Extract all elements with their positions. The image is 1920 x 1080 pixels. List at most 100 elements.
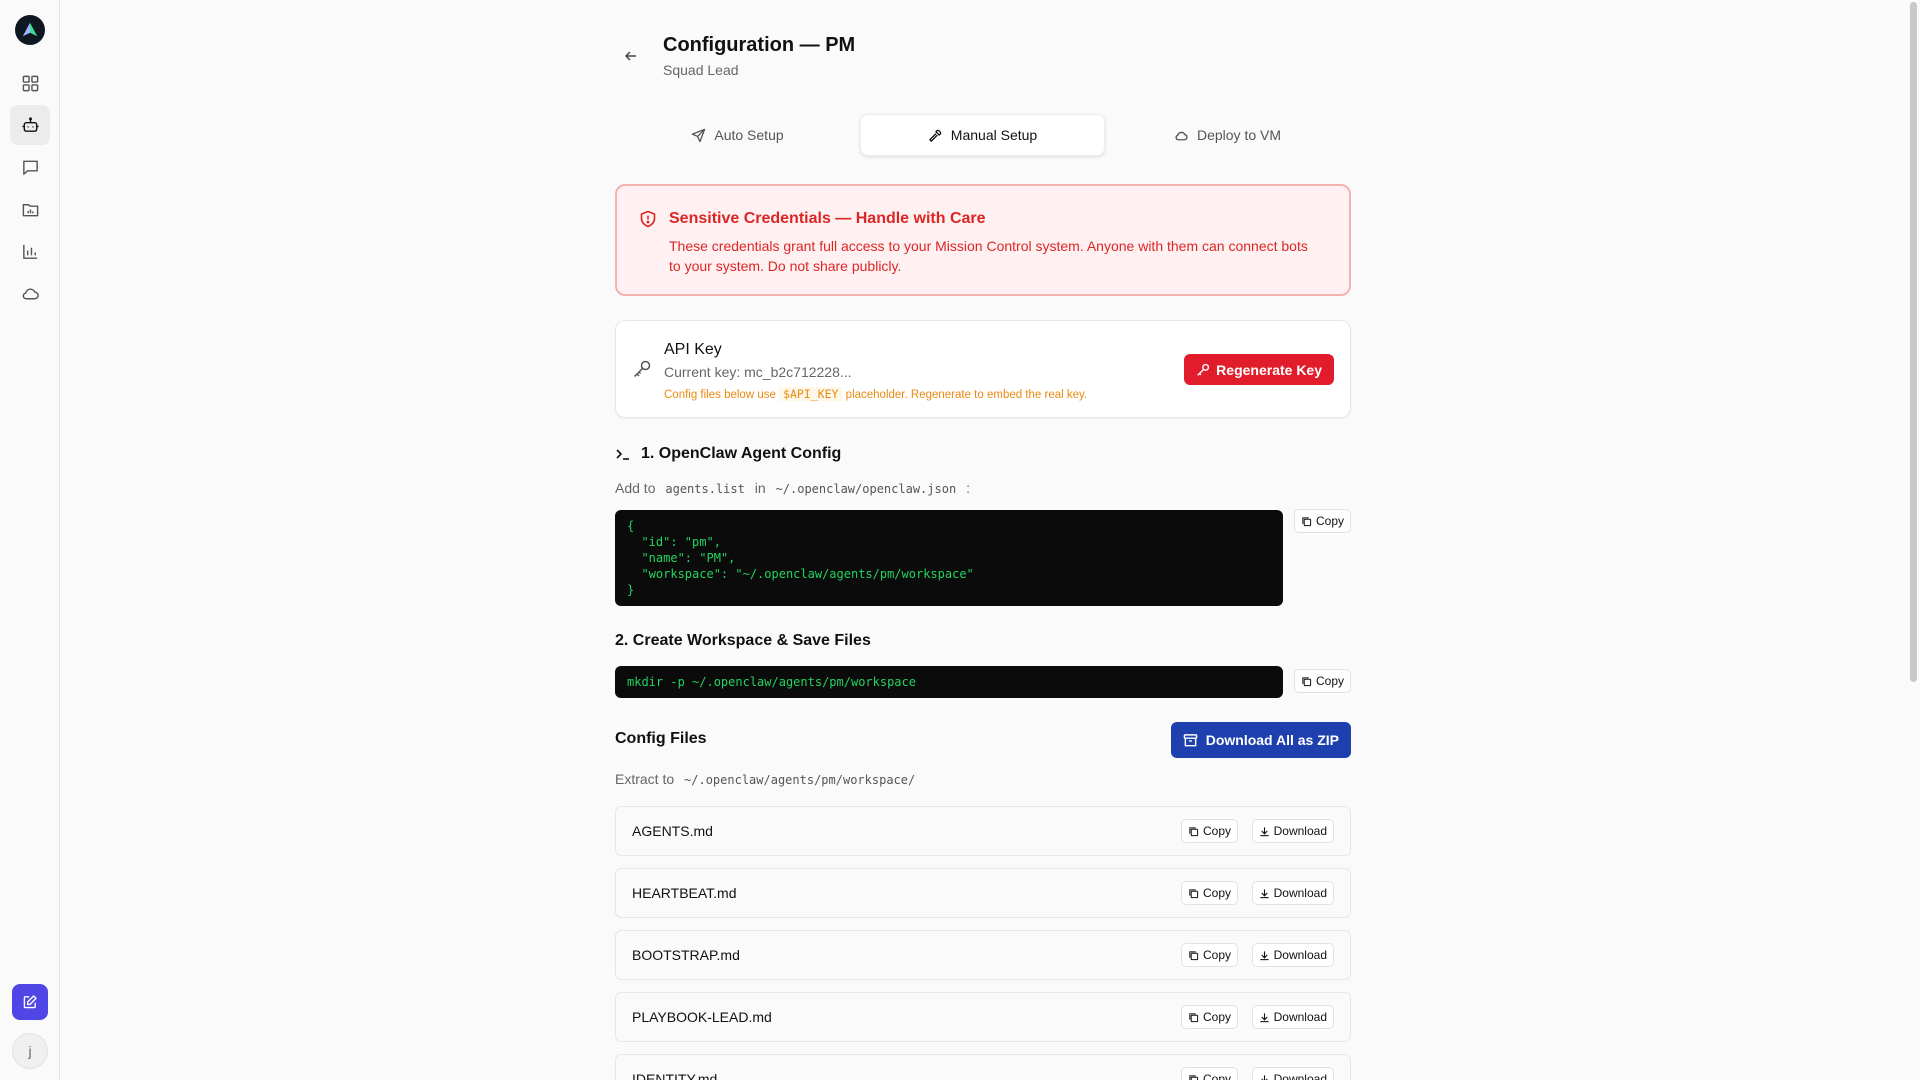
section-openclaw-config-instructions: Add to agents.list in ~/.openclaw/opencl… [615,480,970,496]
copy-icon [1189,950,1199,960]
page-scrollbar[interactable] [1906,0,1920,1080]
shield-alert-icon [640,210,656,228]
bar-chart-icon [22,244,37,259]
regenerate-key-button[interactable]: Regenerate Key [1184,354,1334,385]
api-key-current: Current key: mc_b2c712228... [664,364,852,380]
api-key-note: Config files below use $API_KEY placehol… [664,387,1087,401]
alert-text: These credentials grant full access to y… [669,238,1308,274]
back-arrow-icon[interactable] [623,48,639,64]
extract-text: Extract to [615,771,675,787]
code-line: { [627,519,635,533]
copy-icon [1189,1012,1199,1022]
regenerate-key-label: Regenerate Key [1216,361,1322,378]
sidebar-item-cloud[interactable] [10,273,50,313]
code-line: "name": "PM", [627,551,736,565]
sensitive-credentials-alert: Sensitive Credentials — Handle with Care… [615,184,1351,296]
mkdir-command-block[interactable]: mkdir -p ~/.openclaw/agents/pm/workspace [615,666,1283,698]
instruction-text: in [754,480,766,496]
code-line: } [627,583,635,597]
copy-mkdir-button[interactable]: Copy [1293,669,1351,693]
copy-file-button[interactable]: Copy [1180,943,1238,967]
download-file-button[interactable]: Download [1251,819,1334,843]
sidebar-item-analytics[interactable] [10,231,50,271]
openclaw-json-path: ~/.openclaw/openclaw.json [775,482,957,496]
download-file-button[interactable]: Download [1251,881,1334,905]
copy-icon [1302,516,1312,526]
bot-icon [21,116,39,132]
sidebar-item-dashboard[interactable] [10,63,50,103]
extract-path: ~/.openclaw/agents/pm/workspace/ [684,773,916,787]
download-zip-button[interactable]: Download All as ZIP [1170,722,1351,758]
app-logo[interactable] [15,15,45,45]
key-icon [1197,363,1210,376]
sidebar-item-projects[interactable] [10,189,50,229]
download-icon [1260,1012,1269,1022]
copy-file-button[interactable]: Copy [1180,1005,1238,1029]
user-avatar[interactable]: j [12,1033,48,1069]
copy-file-button[interactable]: Copy [1180,819,1238,843]
copy-label: Copy [1202,1072,1231,1080]
file-name: HEARTBEAT.md [632,885,737,901]
file-name: AGENTS.md [632,823,713,839]
tab-deploy-vm[interactable]: Deploy to VM [1105,114,1350,156]
api-key-title: API Key [664,341,722,358]
wrench-icon [929,129,942,142]
page-subtitle: Squad Lead [663,62,739,78]
sidebar-item-agents[interactable] [10,105,50,145]
logo-icon [22,22,38,37]
section-title-text: 1. OpenClaw Agent Config [641,445,842,462]
file-name: BOOTSTRAP.md [632,947,740,963]
tab-label: Manual Setup [950,127,1038,143]
copy-icon [1189,1074,1199,1080]
tab-auto-setup[interactable]: Auto Setup [615,114,860,156]
api-key-card: API Key Current key: mc_b2c712228... Con… [615,320,1351,418]
agents-list-code: agents.list [665,482,745,496]
file-row: HEARTBEAT.md Copy Download [615,868,1351,918]
download-label: Download [1273,886,1327,900]
copy-agent-config-button[interactable]: Copy [1293,509,1351,533]
copy-icon [1189,826,1199,836]
dashboard-icon [22,75,38,91]
copy-label: Copy [1315,674,1344,688]
key-icon [633,360,651,378]
copy-file-button[interactable]: Copy [1180,1067,1238,1080]
agent-config-code-block[interactable]: { "id": "pm", "name": "PM", "workspace":… [615,510,1283,606]
note-suffix: placeholder. Regenerate to embed the rea… [845,389,1088,401]
sidebar-item-messages[interactable] [10,147,50,187]
tab-manual-setup[interactable]: Manual Setup [860,114,1105,156]
download-file-button[interactable]: Download [1251,1005,1334,1029]
instruction-text: : [966,480,970,496]
copy-file-button[interactable]: Copy [1180,881,1238,905]
config-files-title: Config Files [615,730,707,747]
download-file-button[interactable]: Download [1251,943,1334,967]
archive-icon [1183,733,1198,746]
download-label: Download [1273,824,1327,838]
copy-icon [1302,676,1312,686]
download-label: Download [1273,1072,1327,1080]
chat-icon [22,160,38,175]
download-label: Download [1273,948,1327,962]
compose-button[interactable] [12,984,48,1020]
code-line: "id": "pm", [627,535,721,549]
copy-label: Copy [1315,514,1344,528]
file-row: BOOTSTRAP.md Copy Download [615,930,1351,980]
scrollbar-thumb[interactable] [1910,2,1917,682]
download-file-button[interactable]: Download [1251,1067,1334,1080]
file-name: PLAYBOOK-LEAD.md [632,1009,772,1025]
instruction-text: Add to [615,480,656,496]
note-prefix: Config files below use [664,389,776,401]
cloud-icon [22,288,39,299]
alert-title: Sensitive Credentials — Handle with Care [669,210,986,227]
code-line: "workspace": "~/.openclaw/agents/pm/work… [627,567,974,581]
terminal-icon [616,449,629,460]
extract-instructions: Extract to ~/.openclaw/agents/pm/workspa… [615,771,915,787]
download-icon [1260,888,1269,898]
section-create-workspace-title: 2. Create Workspace & Save Files [615,632,871,649]
download-icon [1260,950,1269,960]
api-key-placeholder-code: $API_KEY [779,387,843,401]
tab-label: Auto Setup [714,127,784,143]
file-row: IDENTITY.md Copy Download [615,1054,1351,1080]
download-zip-label: Download All as ZIP [1205,732,1339,748]
copy-label: Copy [1202,886,1231,900]
download-icon [1260,826,1269,836]
